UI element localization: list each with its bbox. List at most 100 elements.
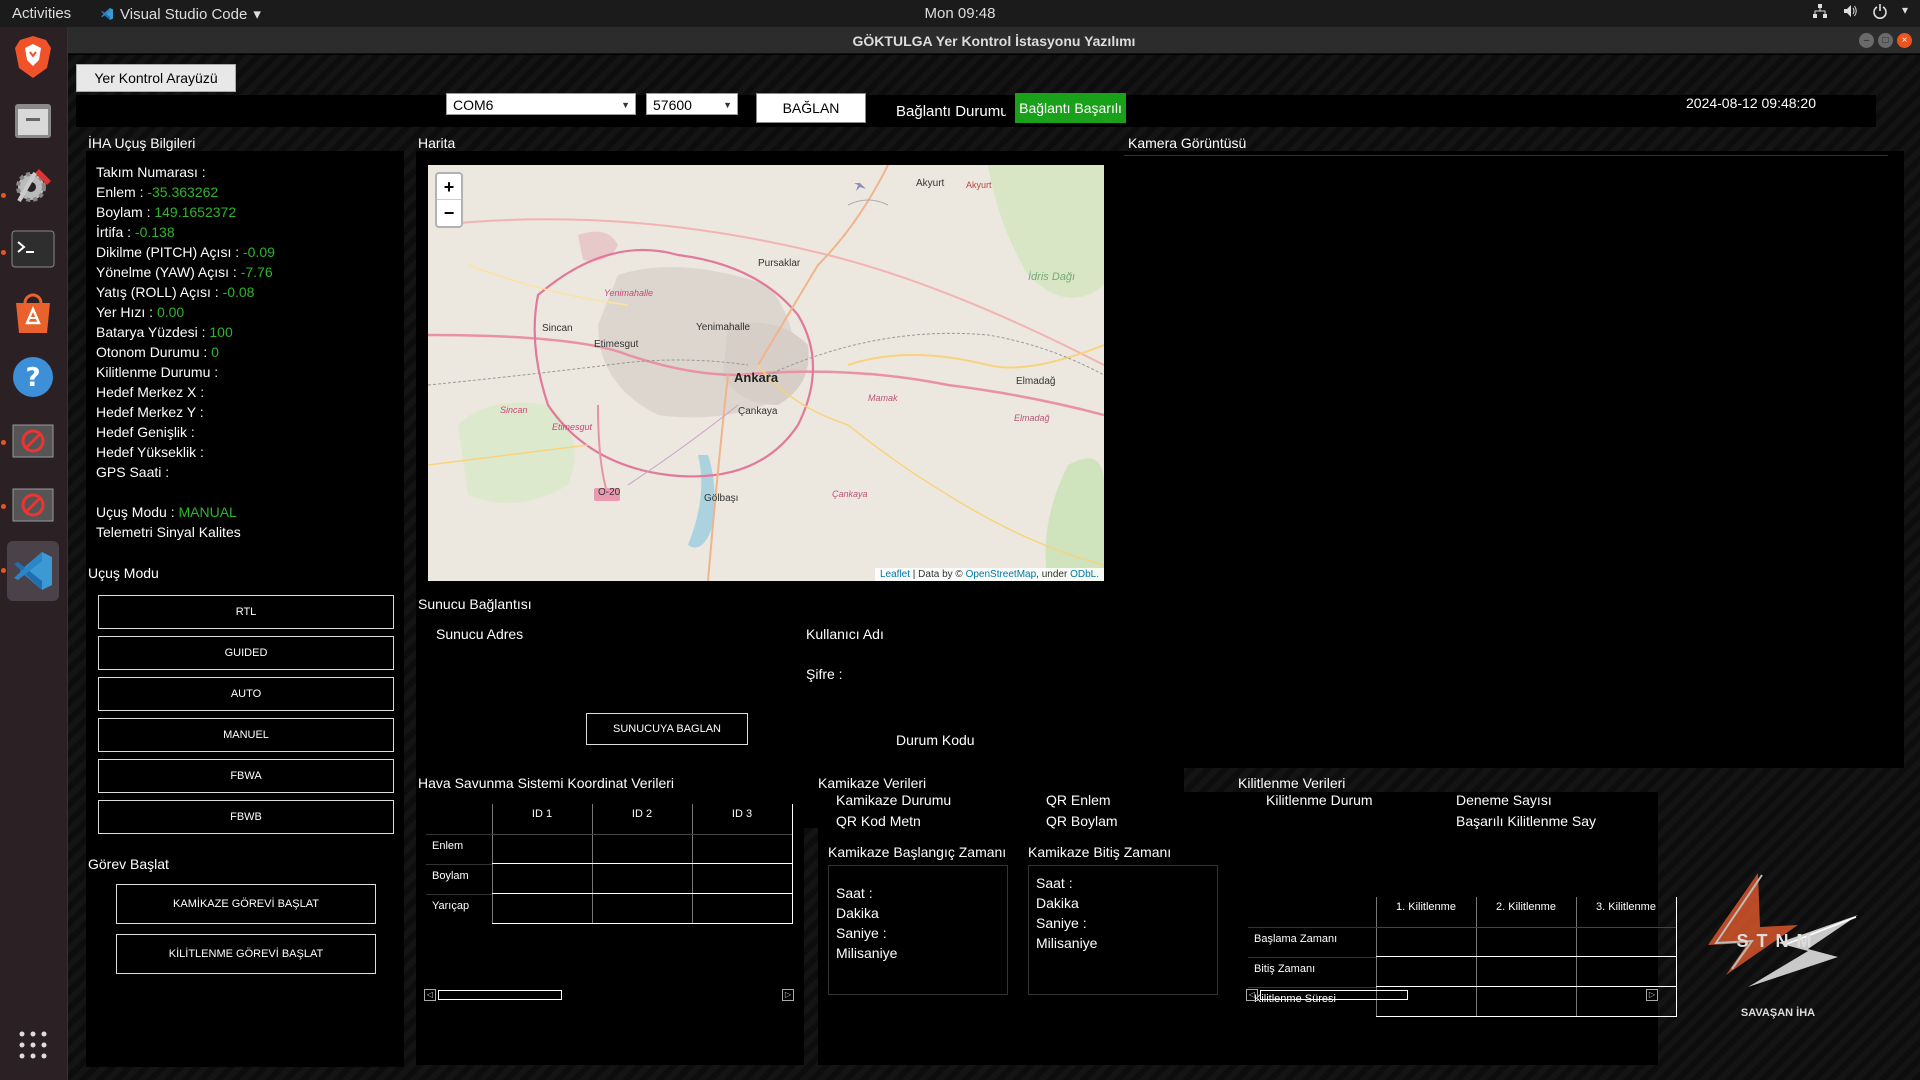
telemetry-quality-label: Telemetri Sinyal Kalites (96, 524, 241, 540)
flight-mode-button-guided[interactable]: GUIDED (98, 636, 394, 670)
settings-tool-icon[interactable] (7, 157, 59, 213)
zoom-in-button[interactable]: + (437, 174, 461, 200)
attribution-text: , under (1036, 569, 1071, 580)
flight-info-value: -0.08 (222, 284, 255, 300)
time-field-label: Milisaniye (1036, 935, 1098, 951)
vscode-small-icon (101, 8, 113, 20)
map-place-label: Akyurt (966, 180, 992, 190)
flight-info-row: Enlem : -35.363262 (96, 184, 218, 200)
scroll-right-icon[interactable]: ▷ (1646, 989, 1658, 1001)
logo-caption: SAVAŞAN İHA (1740, 1007, 1816, 1019)
map-place-label: İdris Dağı (1028, 271, 1076, 283)
map-place-label: Elmadağ (1014, 413, 1050, 423)
table-column-header: ID 1 (531, 808, 553, 820)
blocked-app-icon[interactable] (7, 477, 59, 533)
time-field-label: Milisaniye (836, 945, 898, 961)
flight-info-row: Hedef Merkez Y : (96, 404, 204, 420)
map-place-label: Sincan (500, 405, 528, 415)
tab-ground-control[interactable]: Yer Kontrol Arayüzü (76, 64, 236, 92)
chevron-down-icon[interactable]: ▾ (1902, 3, 1908, 19)
flight-mode-button-fbwb[interactable]: FBWB (98, 800, 394, 834)
connection-status-badge: Bağlantı Başarılı (1015, 93, 1126, 123)
flight-info-label: Yönelme (YAW) Açısı : (96, 264, 237, 280)
brave-browser-icon[interactable] (7, 29, 59, 85)
window-title-bar[interactable]: GÖKTULGA Yer Kontrol İstasyonu Yazılımı … (68, 27, 1920, 54)
app-menu[interactable]: Visual Studio Code ▾ (100, 5, 261, 23)
table-row-header: Yarıçap (432, 900, 470, 912)
scroll-left-icon[interactable]: ◁ (424, 989, 436, 1001)
air-defense-scrollbar[interactable]: ◁ ▷ (424, 988, 794, 1002)
minimize-button[interactable]: – (1859, 33, 1874, 48)
flight-info-label: Hedef Genişlik : (96, 424, 195, 440)
blocked-app-icon[interactable] (7, 413, 59, 469)
flight-info-row: İrtifa : -0.138 (96, 224, 175, 240)
port-select[interactable]: COM6 ▼ (446, 93, 636, 115)
flight-info-label: Yer Hızı : (96, 304, 154, 320)
flight-info-value: 100 (209, 324, 233, 340)
start-lock-mission-button[interactable]: KİLİTLENME GÖREVİ BAŞLAT (116, 934, 376, 974)
osm-link[interactable]: OpenStreetMap (966, 569, 1037, 580)
flight-info-row: Yer Hızı : 0.00 (96, 304, 184, 320)
odbl-link[interactable]: ODbL. (1070, 569, 1099, 580)
scroll-thumb[interactable] (1260, 990, 1408, 1000)
close-button[interactable]: × (1897, 33, 1912, 48)
flight-info-label: Batarya Yüzdesi : (96, 324, 206, 340)
connect-button[interactable]: BAĞLAN (756, 93, 866, 123)
chevron-down-icon: ▾ (253, 6, 261, 23)
kamikaze-end-title: Kamikaze Bitiş Zamanı (1028, 844, 1172, 860)
map-place-label: Çankaya (738, 406, 778, 417)
vscode-icon[interactable] (7, 541, 59, 601)
map-view[interactable]: Akyurt Akyurt Pursaklar İdris Dağı Yenimahal… (428, 165, 1104, 581)
baud-select[interactable]: 57600 ▼ (646, 93, 738, 115)
table-row-header: Boylam (432, 870, 469, 882)
map-place-label: Çankaya (832, 489, 868, 499)
system-tray[interactable]: ▾ (1812, 3, 1908, 19)
help-icon[interactable]: ? (7, 349, 59, 405)
flight-mode-button-rtl[interactable]: RTL (98, 595, 394, 629)
software-store-icon[interactable] (7, 285, 59, 341)
flight-info-label: İrtifa : (96, 224, 132, 240)
flight-mode-button-auto[interactable]: AUTO (98, 677, 394, 711)
scroll-left-icon[interactable]: ◁ (1246, 989, 1258, 1001)
map-place-label: Elmadağ (1016, 376, 1056, 387)
table-row-header: Bitiş Zamanı (1254, 963, 1316, 975)
flight-info-row: Kilitlenme Durumu : (96, 364, 218, 380)
map-place-label: Etimesgut (594, 339, 639, 350)
flight-info-label: Yatış (ROLL) Açısı : (96, 284, 219, 300)
flight-info-label: Otonom Durumu : (96, 344, 208, 360)
terminal-icon[interactable] (7, 221, 59, 277)
activities-button[interactable]: Activities (12, 5, 71, 22)
lock-scrollbar[interactable]: ◁ ▷ (1246, 988, 1658, 1002)
server-title: Sunucu Bağlantısı (418, 596, 532, 612)
chevron-down-icon: ▼ (723, 100, 732, 110)
leaflet-link[interactable]: Leaflet (880, 569, 910, 580)
zoom-out-button[interactable]: − (437, 200, 461, 226)
start-kamikaze-mission-button[interactable]: KAMİKAZE GÖREVİ BAŞLAT (116, 884, 376, 924)
flight-mode-button-manuel[interactable]: MANUEL (98, 718, 394, 752)
map-place-label: Mamak (868, 393, 898, 403)
connection-status-label: Bağlantı Durumu (896, 103, 1006, 120)
lightning-logo-icon: STNM (1708, 873, 1858, 987)
map-place-label: Gölbaşı (704, 493, 739, 504)
flight-info-value: 0.00 (156, 304, 185, 320)
connect-server-button[interactable]: SUNUCUYA BAGLAN (586, 713, 748, 745)
show-apps-icon[interactable] (7, 1017, 59, 1073)
power-icon[interactable] (1872, 3, 1888, 19)
flight-mode-value: MANUAL (178, 504, 237, 520)
flight-mode-button-fbwa[interactable]: FBWA (98, 759, 394, 793)
flight-modes-title: Uçuş Modu (88, 565, 159, 581)
camera-title: Kamera Görüntüsü (1128, 135, 1247, 151)
scroll-right-icon[interactable]: ▷ (782, 989, 794, 1001)
table-row-header: Başlama Zamanı (1254, 933, 1338, 945)
files-icon[interactable] (7, 93, 59, 149)
dock: ? (0, 27, 68, 1080)
network-icon[interactable] (1812, 3, 1828, 19)
clock[interactable]: Mon 09:48 (925, 5, 996, 22)
volume-icon[interactable] (1842, 3, 1858, 19)
scroll-thumb[interactable] (438, 990, 562, 1000)
qr-longitude-label: QR Boylam (1046, 813, 1118, 829)
flight-info-label: Hedef Merkez Y : (96, 404, 204, 420)
table-row-header: Enlem (432, 840, 464, 852)
time-field-label: Saat : (1036, 875, 1073, 891)
maximize-button[interactable]: □ (1878, 33, 1893, 48)
